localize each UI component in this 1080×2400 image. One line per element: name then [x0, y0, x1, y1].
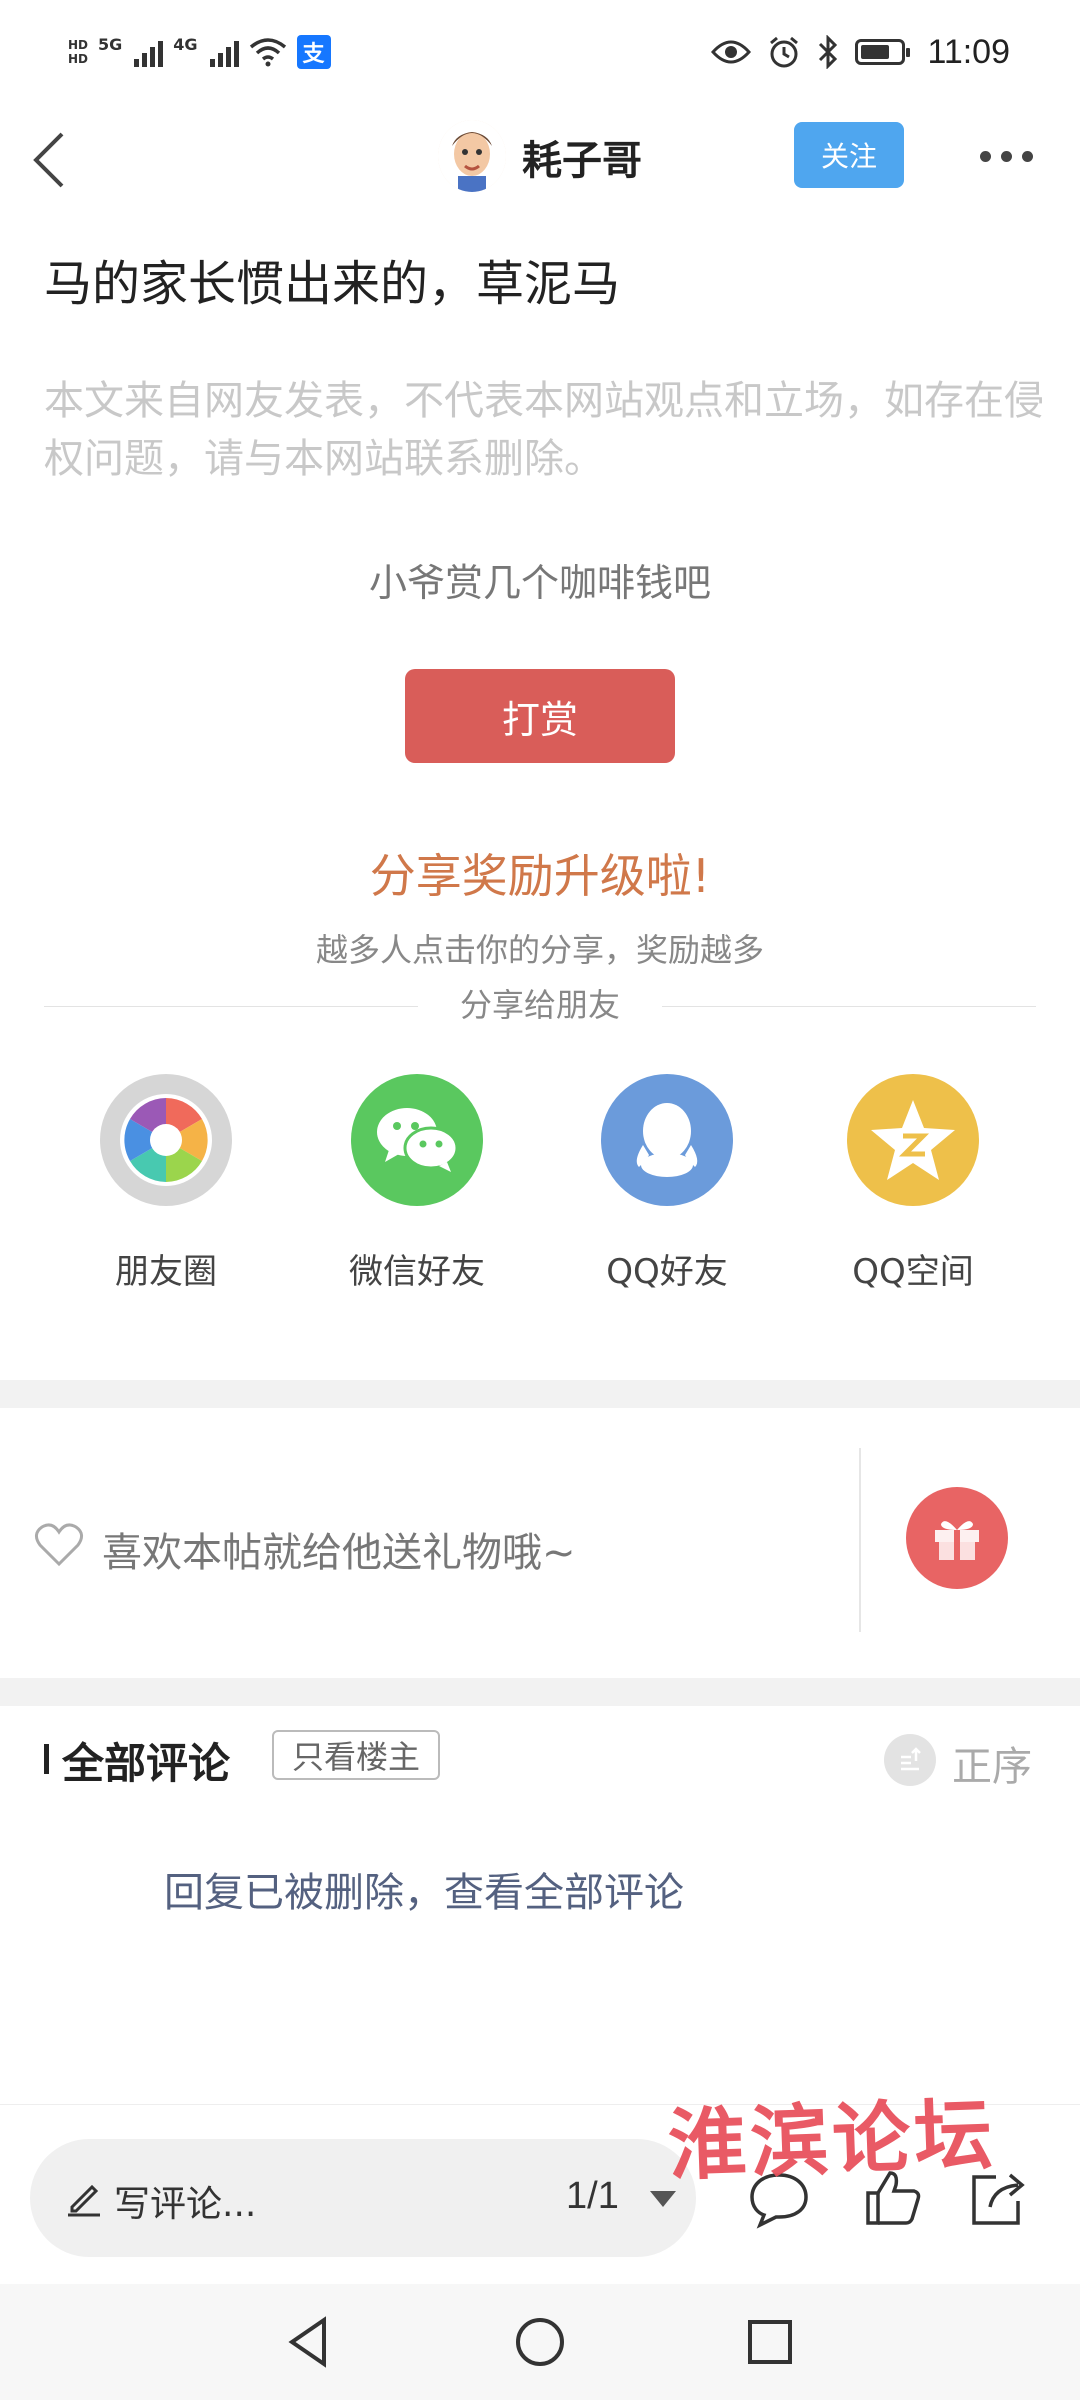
nav-recents-icon[interactable] [742, 2314, 798, 2370]
share-label-qzone: QQ空间 [852, 1252, 974, 1292]
moments-icon [100, 1074, 232, 1206]
post-title: 马的家长惯出来的，草泥马 [44, 256, 621, 312]
forum-watermark: 淮滨论坛 [666, 2089, 998, 2192]
send-gift-button[interactable] [906, 1487, 1008, 1589]
wifi-icon [249, 38, 286, 67]
comments-title: 全部评论 [62, 1739, 231, 1788]
hd-label-1: HD [68, 38, 89, 52]
reward-button[interactable]: 打赏 [405, 669, 675, 763]
gift-row[interactable]: 喜欢本帖就给他送礼物哦~ [0, 1408, 1080, 1678]
network-5g-label: 5G [98, 34, 123, 54]
share-to-label: 分享给朋友 [418, 980, 662, 1026]
pencil-icon [68, 2184, 100, 2217]
only-op-button[interactable]: 只看楼主 [272, 1730, 441, 1780]
battery-icon [855, 39, 911, 65]
share-label-moments: 朋友圈 [115, 1252, 217, 1292]
heart-icon [35, 1523, 83, 1567]
eye-icon [711, 40, 752, 64]
comments-title-marker [44, 1744, 49, 1774]
bluetooth-icon [819, 35, 838, 69]
alipay-icon: 支 [296, 35, 331, 69]
follow-button[interactable]: 关注 [794, 122, 904, 188]
section-divider-2 [0, 1678, 1080, 1706]
gift-prompt: 喜欢本帖就给他送礼物哦~ [102, 1530, 576, 1576]
network-4g-label: 4G [173, 34, 198, 54]
avatar-image [438, 120, 506, 192]
comment-placeholder: 写评论... [114, 2184, 257, 2225]
avatar[interactable] [438, 120, 506, 192]
disclaimer-text: 本文来自网友发表，不代表本网站观点和立场，如存在侵权问题，请与本网站联系删除。 [44, 378, 1044, 482]
status-left: HD HD 5G 4G 支 [68, 28, 331, 76]
chevron-left-icon [33, 132, 64, 188]
more-options-icon[interactable] [980, 146, 1036, 166]
hd-label-2: HD [68, 52, 89, 66]
back-button[interactable] [24, 120, 84, 200]
share-qzone[interactable]: QQ空间 [813, 1074, 1013, 1293]
comment-input[interactable]: 写评论... 1/1 [30, 2139, 696, 2257]
share-wechat[interactable]: 微信好友 [317, 1074, 517, 1293]
gift-divider [859, 1448, 861, 1632]
comments-header: 全部评论 只看楼主 正序 [0, 1704, 1080, 1814]
post-header: 耗子哥 关注 [0, 100, 1080, 220]
wechat-icon [351, 1074, 483, 1206]
sort-order-icon[interactable] [884, 1734, 936, 1786]
hd-indicator: HD HD [68, 38, 88, 66]
share-label-qq: QQ好友 [606, 1252, 728, 1292]
clock: 11:09 [927, 32, 1010, 71]
share-subtitle: 越多人点击你的分享，奖励越多 [315, 931, 764, 969]
share-qq[interactable]: QQ好友 [567, 1074, 767, 1293]
share-label-wechat: 微信好友 [349, 1252, 485, 1292]
system-navigation-bar [0, 2284, 1080, 2400]
qq-icon [601, 1074, 733, 1206]
section-divider-1 [0, 1380, 1080, 1408]
deleted-reply-link[interactable]: 回复已被删除，查看全部评论 [164, 1860, 684, 1918]
author-name[interactable]: 耗子哥 [522, 128, 642, 186]
share-title: 分享奖励升级啦! [369, 849, 711, 903]
signal-icon-2 [209, 37, 239, 67]
reward-prompt: 小爷赏几个咖啡钱吧 [368, 561, 711, 605]
gift-icon [935, 1521, 979, 1560]
qzone-icon [847, 1074, 979, 1206]
status-right: 11:09 [711, 28, 1010, 76]
nav-home-icon[interactable] [512, 2314, 568, 2370]
signal-icon [134, 37, 164, 67]
status-bar: HD HD 5G 4G 支 11:09 [0, 0, 1080, 100]
sort-order-label[interactable]: 正序 [952, 1734, 1032, 1792]
share-moments[interactable]: 朋友圈 [66, 1074, 266, 1293]
alarm-icon [770, 36, 799, 68]
page-indicator[interactable]: 1/1 [566, 2175, 619, 2218]
nav-back-icon[interactable] [282, 2314, 338, 2370]
